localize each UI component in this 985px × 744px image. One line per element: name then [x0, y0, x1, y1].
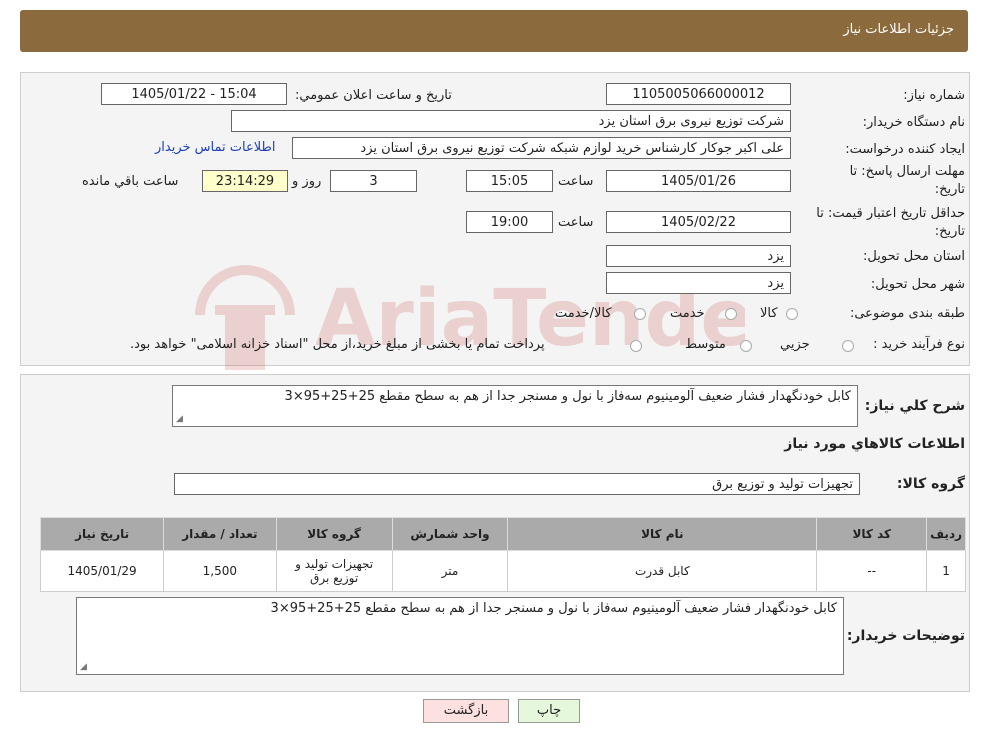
category-option-service: خدمت — [670, 306, 705, 321]
description-textarea[interactable]: کابل خودنگهدار فشار ضعیف آلومینیوم سه‌فا… — [172, 385, 858, 427]
process-radio-treasury[interactable] — [630, 340, 642, 352]
table-row: 1 -- کابل قدرت متر تجهيزات توليد و توزيع… — [39, 550, 966, 592]
deadline-label: مهلت ارسال پاسخ: تا — [849, 164, 965, 179]
city-label: شهر محل تحويل: — [870, 277, 965, 292]
buyer-contact-link[interactable]: اطلاعات تماس خريدار — [155, 140, 275, 155]
process-label: نوع فرآيند خريد : — [873, 337, 965, 352]
remaining-label: ساعت باقي مانده — [82, 174, 179, 189]
days-label: روز و — [292, 174, 322, 189]
creator-field: علی اکبر جوکار کارشناس خرید لوازم شبکه ش… — [292, 137, 791, 159]
city-field: يزد — [606, 272, 791, 294]
resize-grip-icon[interactable]: ◢ — [80, 662, 87, 672]
validity-date-field: 1405/02/22 — [606, 211, 791, 233]
remaining-time-field: 23:14:29 — [202, 170, 288, 192]
page-header: جزئيات اطلاعات نياز — [20, 10, 968, 52]
process-option-medium: متوسط — [685, 337, 726, 352]
process-option-minor: جزيي — [780, 337, 810, 352]
process-note: پرداخت تمام يا بخشی از مبلغ خريد،از محل … — [130, 337, 545, 352]
col-quantity: تعداد / مقدار — [163, 517, 277, 551]
description-text: کابل خودنگهدار فشار ضعیف آلومینیوم سه‌فا… — [284, 389, 851, 404]
table-header-row: رديف کد کالا نام کالا واحد شمارش گروه کا… — [39, 517, 966, 551]
category-option-goods-service: کالا/خدمت — [555, 306, 612, 321]
deadline-label-date: تاريخ: — [934, 182, 965, 197]
resize-grip-icon[interactable]: ◢ — [176, 414, 183, 424]
validity-label: حداقل تاريخ اعتبار قيمت: تا — [816, 206, 965, 221]
goods-table: رديف کد کالا نام کالا واحد شمارش گروه کا… — [39, 517, 966, 592]
col-name: نام کالا — [507, 517, 818, 551]
cell-code: -- — [816, 550, 928, 592]
back-button[interactable]: بازگشت — [423, 699, 509, 723]
category-option-goods: کالا — [760, 306, 778, 321]
cell-date: 1405/01/29 — [39, 550, 165, 592]
announce-datetime-field: 1405/01/22 - 15:04 — [101, 83, 287, 105]
cell-group: تجهيزات توليد و توزيع برق — [275, 550, 393, 592]
need-number-label: شماره نياز: — [903, 88, 965, 103]
validity-time-label: ساعت — [558, 215, 594, 230]
days-field: 3 — [330, 170, 417, 192]
validity-time-field: 19:00 — [466, 211, 553, 233]
buyer-notes-label: توضيحات خريدار: — [846, 628, 965, 644]
announce-label: تاريخ و ساعت اعلان عمومي: — [295, 88, 452, 103]
category-radio-goods[interactable] — [786, 308, 798, 320]
deadline-time-label: ساعت — [558, 174, 594, 189]
buyer-org-label: نام دستگاه خريدار: — [862, 115, 965, 130]
creator-label: ايجاد کننده درخواست: — [845, 142, 965, 157]
cell-quantity: 1,500 — [163, 550, 277, 592]
cell-name: کابل قدرت — [507, 550, 818, 592]
description-label: شرح کلي نياز: — [864, 398, 965, 414]
buyer-notes-text: کابل خودنگهدار فشار ضعیف آلومینیوم سه‌فا… — [270, 601, 837, 616]
buyer-org-field: شرکت توزيع نيروی برق استان يزد — [231, 110, 791, 132]
category-radio-service[interactable] — [725, 308, 737, 320]
page-title: جزئيات اطلاعات نياز — [843, 22, 954, 37]
process-radio-medium[interactable] — [740, 340, 752, 352]
cell-unit: متر — [391, 550, 509, 592]
province-label: استان محل تحويل: — [863, 249, 965, 264]
col-code: کد کالا — [816, 517, 928, 551]
province-field: يزد — [606, 245, 791, 267]
col-unit: واحد شمارش — [391, 517, 509, 551]
deadline-date-field: 1405/01/26 — [606, 170, 791, 192]
buyer-notes-textarea[interactable]: کابل خودنگهدار فشار ضعیف آلومینیوم سه‌فا… — [76, 597, 844, 675]
col-row: رديف — [926, 517, 966, 551]
col-date: تاريخ نياز — [39, 517, 165, 551]
deadline-time-field: 15:05 — [466, 170, 553, 192]
process-radio-minor[interactable] — [842, 340, 854, 352]
validity-label-date: تاريخ: — [934, 224, 965, 239]
col-group: گروه کالا — [275, 517, 393, 551]
print-button[interactable]: چاپ — [518, 699, 580, 723]
goods-group-label: گروه کالا: — [896, 476, 965, 492]
category-label: طبقه بندی موضوعی: — [849, 306, 965, 321]
cell-row: 1 — [926, 550, 966, 592]
goods-info-title: اطلاعات کالاهاي مورد نياز — [784, 436, 965, 452]
category-radio-goods-service[interactable] — [634, 308, 646, 320]
goods-group-field: تجهيزات توليد و توزيع برق — [174, 473, 860, 495]
need-number-field: 1105005066000012 — [606, 83, 791, 105]
